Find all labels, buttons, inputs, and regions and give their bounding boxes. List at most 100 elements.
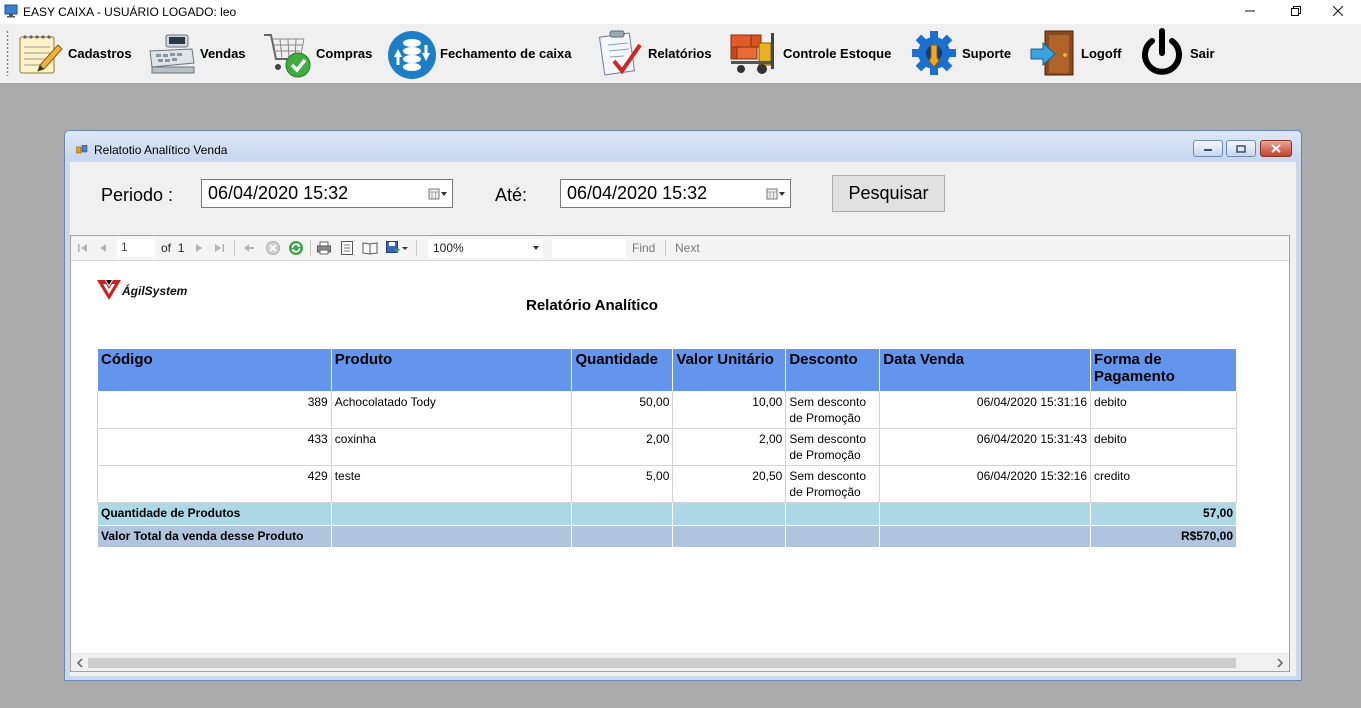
cell-quantidade: 50,00 <box>571 391 674 429</box>
period-from-value[interactable]: 06/04/2020 15:32 <box>208 183 348 204</box>
cell-quantidade: 2,00 <box>571 428 674 466</box>
toolbar-separator <box>310 240 311 256</box>
cell-data-venda: 06/04/2020 15:31:43 <box>879 428 1092 466</box>
zoom-select[interactable]: 100% <box>428 239 543 258</box>
find-text-input[interactable] <box>552 239 626 258</box>
minimize-icon <box>1245 10 1255 12</box>
stop-icon[interactable] <box>265 240 281 256</box>
coins-exchange-icon <box>388 31 436 79</box>
horizontal-scrollbar[interactable] <box>71 653 1289 671</box>
current-page-input[interactable]: 1 <box>117 239 155 257</box>
period-to-label: Até: <box>495 185 528 205</box>
column-header-desconto: Desconto <box>785 348 881 392</box>
cell-produto: Achocolatado Tody <box>330 391 573 429</box>
scroll-right-icon[interactable] <box>1274 657 1286 669</box>
page-setup-icon[interactable] <box>362 240 378 256</box>
total-pages: 1 <box>177 241 185 255</box>
toolbar-grip[interactable] <box>6 30 9 76</box>
cell-forma-pagamento: credito <box>1090 465 1237 503</box>
cell-quantidade: 5,00 <box>571 465 674 503</box>
toolbar-button-vendas[interactable]: Vendas <box>146 24 246 82</box>
column-header-codigo: Código <box>97 348 332 392</box>
column-header-produto: Produto <box>330 348 573 392</box>
summary-total-value: R$570,00 <box>1090 525 1237 548</box>
minimize-button[interactable] <box>1227 0 1273 22</box>
cell-produto: teste <box>330 465 573 503</box>
summary-row-total: Valor Total da venda desse Produto R$570… <box>97 525 1237 548</box>
column-header-data-venda: Data Venda <box>879 348 1092 392</box>
period-from-datepicker[interactable]: 06/04/2020 15:32 <box>201 179 453 208</box>
cell-valor-unitario: 20,50 <box>672 465 787 503</box>
summary-total-label: Valor Total da venda desse Produto <box>97 525 332 548</box>
table-row: 429 teste 5,00 20,50 Sem desconto de Pro… <box>97 465 1237 503</box>
cash-register-icon <box>149 34 195 74</box>
toolbar-label-logoff: Logoff <box>1081 45 1122 61</box>
cell-codigo: 429 <box>97 465 332 503</box>
scrollbar-thumb[interactable] <box>88 658 1236 668</box>
zoom-value: 100% <box>433 241 464 255</box>
close-icon <box>1333 6 1343 16</box>
toolbar-button-suporte[interactable]: Suporte <box>908 24 1011 82</box>
column-header-valor-unitario: Valor Unitário <box>672 348 787 392</box>
column-header-forma-pagamento: Forma de Pagamento <box>1090 348 1237 392</box>
toolbar-label-suporte: Suporte <box>962 45 1012 61</box>
toolbar-button-relatorios[interactable]: Relatórios <box>594 24 712 82</box>
summary-qty-value: 57,00 <box>1090 502 1237 526</box>
period-to-value[interactable]: 06/04/2020 15:32 <box>567 183 707 204</box>
toolbar-button-cadastros[interactable]: Cadastros <box>14 24 132 82</box>
find-link[interactable]: Find <box>632 241 655 255</box>
toolbar-label-sair: Sair <box>1190 45 1215 61</box>
print-icon[interactable] <box>316 240 332 256</box>
export-dropdown-arrow-icon[interactable] <box>401 240 409 256</box>
first-page-icon[interactable] <box>75 240 91 256</box>
back-icon[interactable] <box>241 240 257 256</box>
summary-empty-cell <box>672 525 787 548</box>
child-minimize-button[interactable] <box>1193 140 1223 157</box>
column-header-quantidade: Quantidade <box>571 348 674 392</box>
calendar-dropdown-icon[interactable] <box>766 188 786 200</box>
next-page-icon[interactable] <box>191 240 207 256</box>
child-close-button[interactable] <box>1260 140 1292 157</box>
find-next-link[interactable]: Next <box>675 241 700 255</box>
toolbar-button-sair[interactable]: Sair <box>1136 24 1215 82</box>
search-button[interactable]: Pesquisar <box>832 175 945 212</box>
checklist-report-icon <box>598 30 642 76</box>
toolbar-button-fechamento-caixa[interactable]: Fechamento de caixa <box>386 24 572 82</box>
report-header-row: Código Produto Quantidade Valor Unitário… <box>97 348 1237 392</box>
restore-button[interactable] <box>1273 0 1319 22</box>
previous-page-icon[interactable] <box>95 240 111 256</box>
child-restore-button[interactable] <box>1226 140 1256 157</box>
last-page-icon[interactable] <box>211 240 227 256</box>
refresh-icon[interactable] <box>288 240 304 256</box>
cell-data-venda: 06/04/2020 15:32:16 <box>879 465 1092 503</box>
summary-empty-cell <box>879 502 1092 526</box>
summary-empty-cell <box>879 525 1092 548</box>
toolbar-label-compras: Compras <box>316 45 373 61</box>
report-window-title-bar[interactable]: Relatotio Analítico Venda <box>65 131 1301 161</box>
summary-empty-cell <box>672 502 787 526</box>
cell-desconto: Sem desconto de Promoção <box>785 391 881 429</box>
page-of-text: of 1 <box>161 241 184 255</box>
export-save-icon[interactable] <box>385 240 401 256</box>
close-button[interactable] <box>1315 0 1361 22</box>
report-window: Relatotio Analítico Venda Periodo : 06/0… <box>64 130 1302 681</box>
toolbar-button-controle-estoque[interactable]: Controle Estoque <box>729 24 891 82</box>
summary-qty-label: Quantidade de Produtos <box>97 502 332 526</box>
summary-empty-cell <box>330 525 573 548</box>
toolbar-button-logoff[interactable]: Logoff <box>1027 24 1121 82</box>
shopping-cart-check-icon <box>264 34 311 78</box>
chevron-down-icon <box>533 246 539 250</box>
scroll-left-icon[interactable] <box>74 657 86 669</box>
monitor-app-icon <box>4 4 18 18</box>
period-to-datepicker[interactable]: 06/04/2020 15:32 <box>560 179 791 208</box>
print-layout-icon[interactable] <box>339 240 355 256</box>
calendar-dropdown-icon[interactable] <box>428 188 448 200</box>
report-table: Código Produto Quantidade Valor Unitário… <box>97 348 1237 548</box>
door-exit-icon <box>1030 30 1074 76</box>
cell-codigo: 433 <box>97 428 332 466</box>
restore-icon <box>1291 6 1301 16</box>
cell-produto: coxinha <box>330 428 573 466</box>
logo-text: ÁgilSystem <box>122 284 188 298</box>
page-of-label: of <box>161 241 172 255</box>
toolbar-button-compras[interactable]: Compras <box>262 24 372 82</box>
